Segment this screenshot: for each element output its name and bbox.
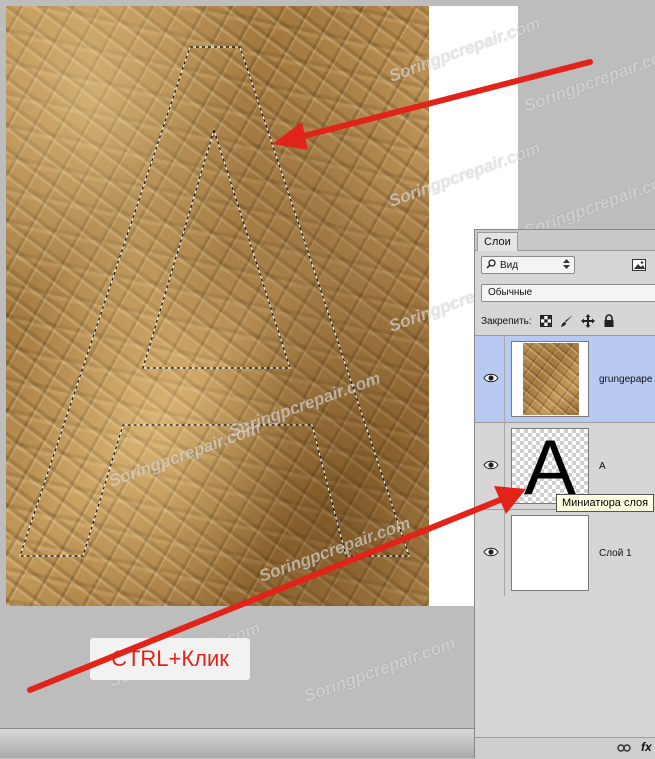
panel-footer: fx [475, 737, 655, 759]
brush-icon[interactable] [560, 314, 574, 328]
lock-transparent-icon[interactable] [539, 314, 553, 328]
grunge-thumbnail-image [523, 343, 579, 415]
grunge-paper-image[interactable] [6, 6, 429, 606]
layer-name[interactable]: A [599, 461, 606, 472]
blend-mode-select[interactable]: Обычные [481, 284, 655, 302]
thumbnail-tooltip: Миниатюра слоя [556, 494, 655, 512]
eye-icon[interactable] [483, 459, 499, 471]
lock-label: Закрепить: [481, 315, 532, 327]
filter-kind-value: Вид [500, 259, 519, 271]
layers-list: grungepape A A Слой 1 [475, 335, 655, 596]
layer-thumbnail[interactable]: A [511, 428, 589, 504]
image-icon[interactable] [631, 257, 647, 273]
lock-row: Закрепить: [481, 314, 616, 328]
layer-row-layer1[interactable]: Слой 1 [475, 509, 655, 596]
letter-a-glyph: A [523, 428, 577, 504]
layer-name[interactable]: Слой 1 [599, 548, 632, 559]
layer-thumbnail[interactable] [511, 515, 589, 591]
eye-divider [504, 423, 505, 509]
eye-icon[interactable] [483, 546, 499, 558]
eye-divider [504, 510, 505, 596]
lock-icon[interactable] [602, 314, 616, 328]
up-down-icon [563, 258, 570, 272]
fx-icon[interactable]: fx [641, 740, 652, 754]
link-icon[interactable] [617, 742, 631, 754]
eye-divider [504, 336, 505, 422]
layer-thumbnail[interactable] [511, 341, 589, 417]
search-icon [486, 258, 496, 272]
eye-icon[interactable] [483, 372, 499, 384]
tab-layers[interactable]: Слои [477, 232, 518, 251]
layer-filter[interactable]: Вид [481, 256, 575, 274]
ctrl-click-label: CTRL+Клик [90, 638, 250, 680]
move-icon[interactable] [580, 314, 595, 328]
layer-name[interactable]: grungepape [599, 374, 652, 385]
status-bar [0, 728, 475, 758]
panel-tab-bar: Слои [475, 230, 655, 251]
layer-row-grungepaper[interactable]: grungepape [475, 335, 655, 422]
filter-kind-select[interactable]: Вид [481, 256, 575, 274]
